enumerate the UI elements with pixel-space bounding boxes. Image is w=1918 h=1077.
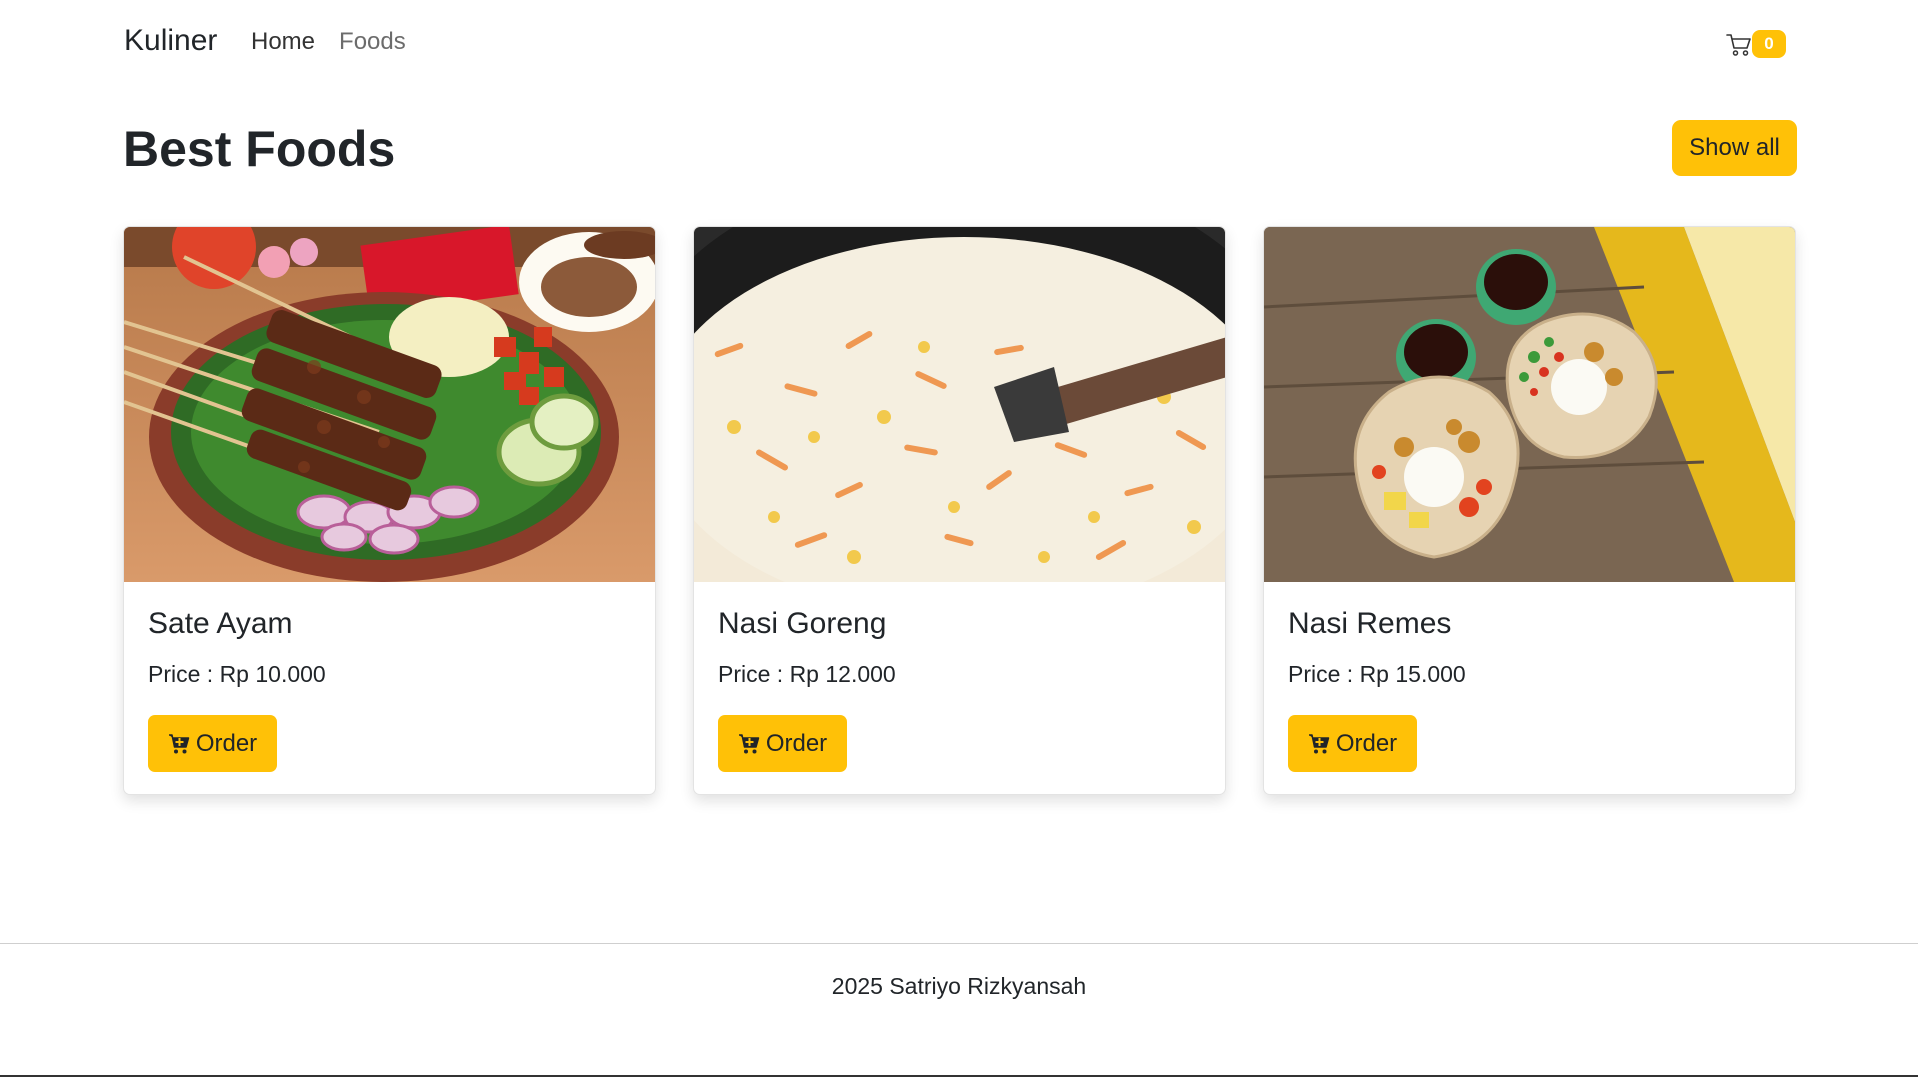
- sate-ayam-photo: [124, 227, 655, 582]
- food-card-sate-ayam: Sate Ayam Price : Rp 10.000 Order: [123, 226, 656, 795]
- show-all-button[interactable]: Show all: [1672, 120, 1797, 176]
- footer-copyright: 2025 Satriyo Rizkyansah: [831, 973, 1087, 999]
- order-button[interactable]: Order: [148, 715, 277, 772]
- cart-button[interactable]: 0: [1722, 30, 1788, 62]
- cart-plus-icon: [1308, 733, 1330, 753]
- food-price: Price : Rp 10.000: [148, 661, 326, 687]
- navbar: Kuliner Home Foods 0: [0, 0, 1918, 88]
- order-button[interactable]: Order: [1288, 715, 1417, 772]
- food-name: Nasi Remes: [1288, 607, 1452, 640]
- nav-link-foods[interactable]: Foods: [339, 28, 406, 56]
- footer-divider: [0, 943, 1918, 944]
- order-button-label: Order: [1335, 729, 1398, 757]
- page-title-rest: Foods: [245, 121, 396, 177]
- order-button-label: Order: [195, 729, 258, 757]
- cart-icon: [1726, 34, 1751, 56]
- order-button-label: Order: [765, 729, 828, 757]
- nav-links: Home Foods: [251, 28, 406, 56]
- food-price: Price : Rp 12.000: [718, 661, 896, 687]
- cart-plus-icon: [168, 733, 190, 753]
- nasi-goreng-photo: [694, 227, 1225, 582]
- brand-logo[interactable]: Kuliner: [124, 24, 217, 58]
- food-card-nasi-goreng: Nasi Goreng Price : Rp 12.000 Order: [693, 226, 1226, 795]
- food-name: Sate Ayam: [148, 607, 293, 640]
- food-card-nasi-remes: Nasi Remes Price : Rp 15.000 Order: [1263, 226, 1796, 795]
- nasi-remes-photo: [1264, 227, 1795, 582]
- food-price: Price : Rp 15.000: [1288, 661, 1466, 687]
- nav-link-home[interactable]: Home: [251, 28, 315, 56]
- page-title: Best Foods: [123, 120, 395, 178]
- order-button[interactable]: Order: [718, 715, 847, 772]
- food-name: Nasi Goreng: [718, 607, 887, 640]
- page-title-bold: Best: [123, 121, 232, 177]
- cart-count-badge: 0: [1752, 30, 1786, 58]
- cart-plus-icon: [738, 733, 760, 753]
